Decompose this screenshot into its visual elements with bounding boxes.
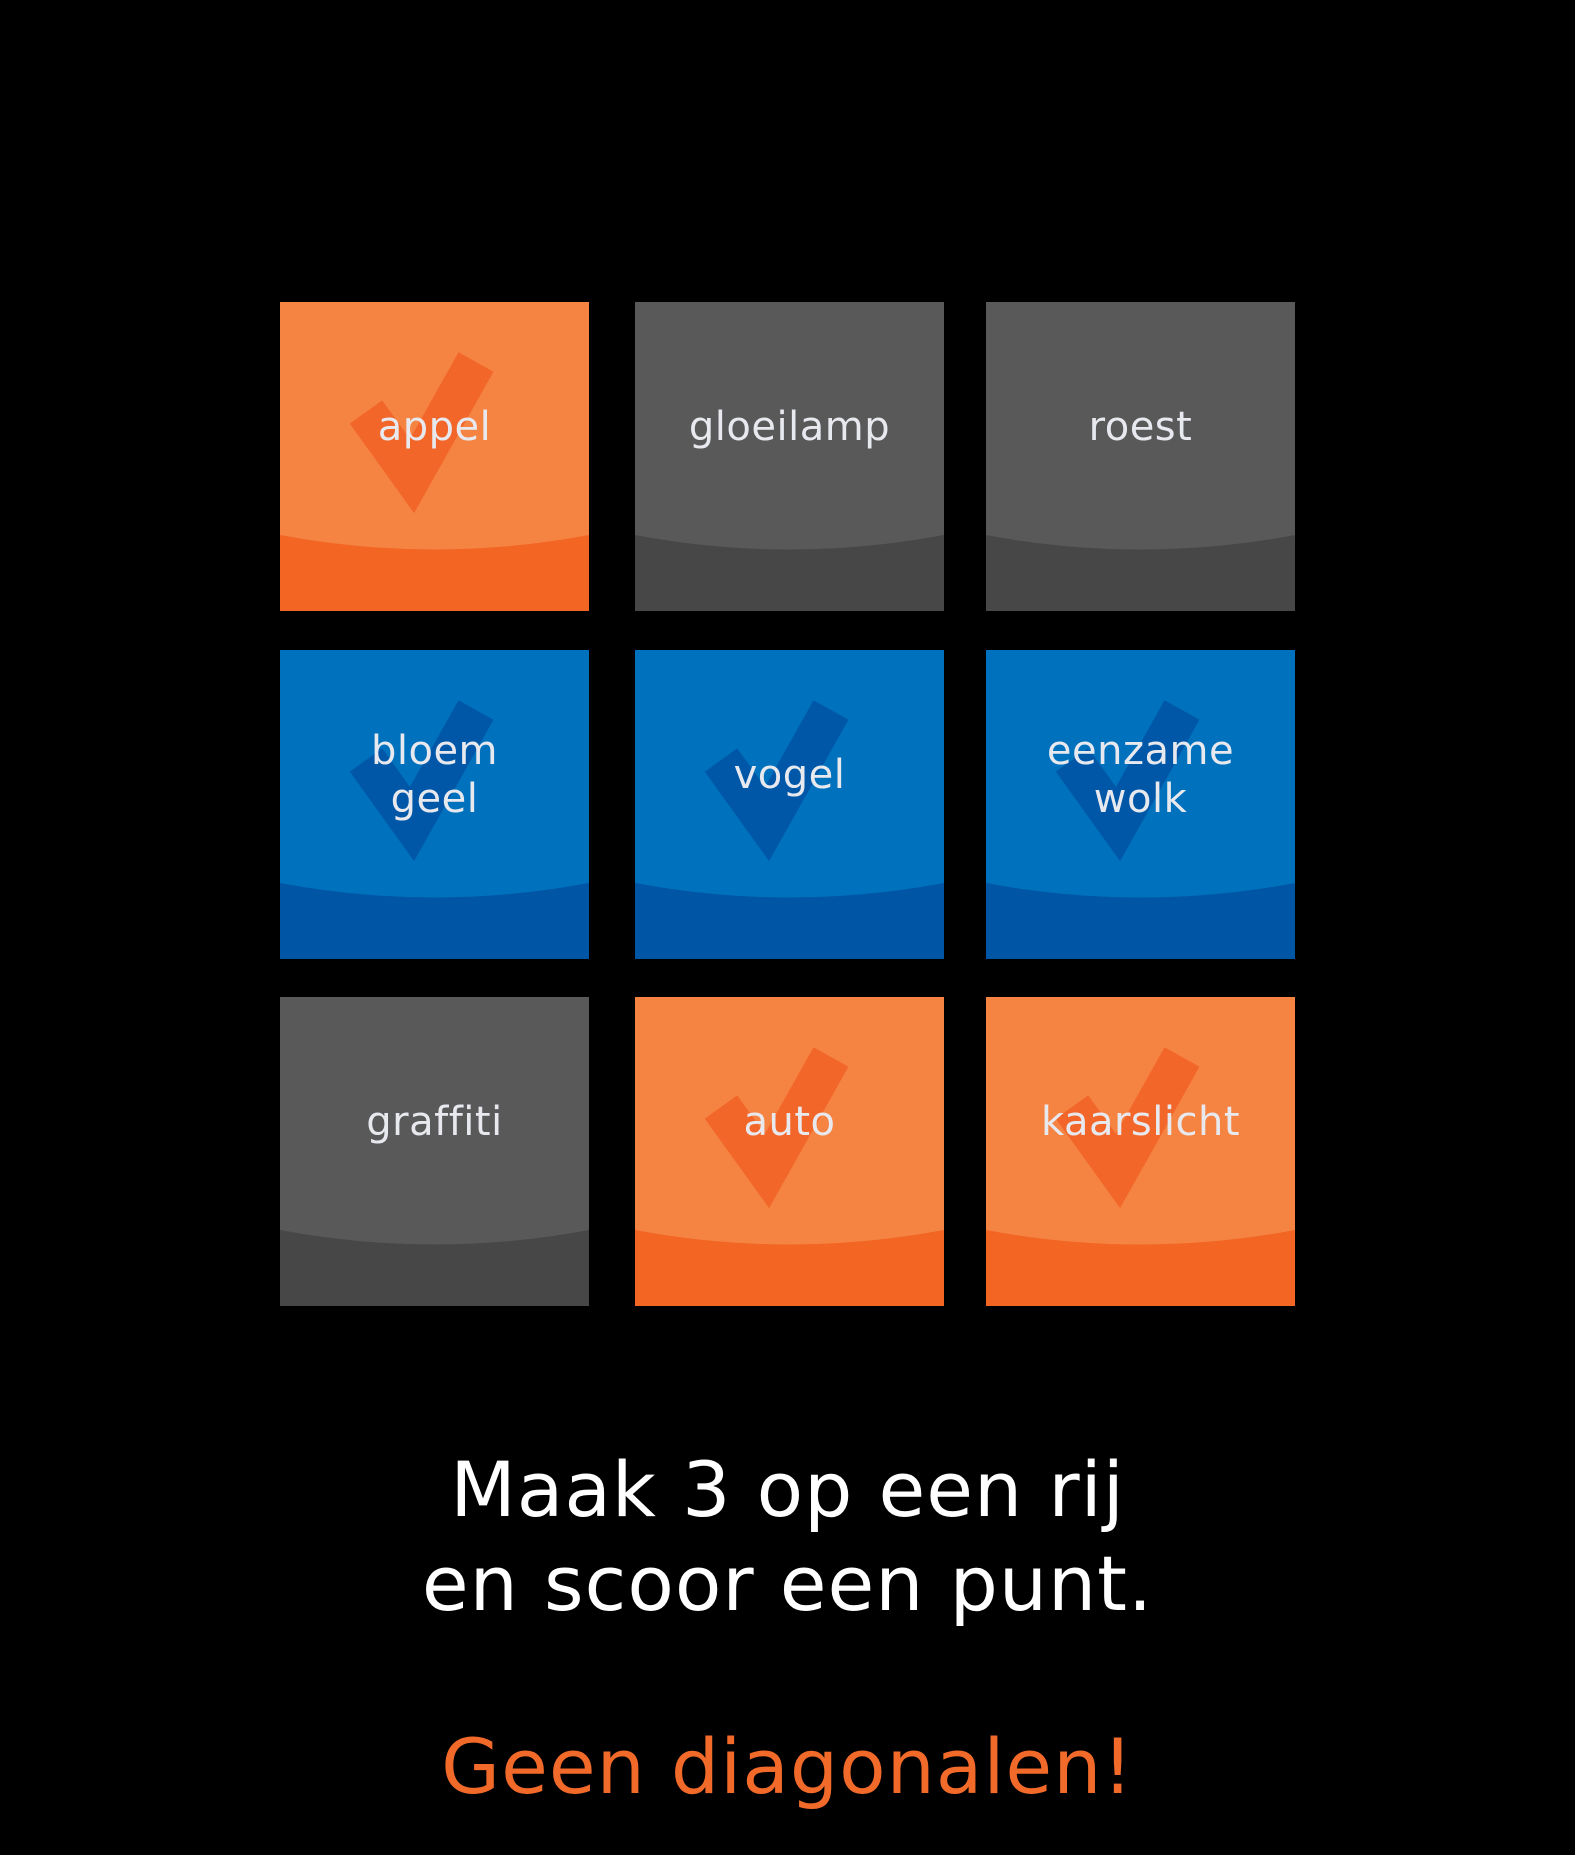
tile-kaarslicht[interactable]: kaarslicht: [986, 997, 1295, 1306]
tile-graffiti[interactable]: graffiti: [280, 997, 589, 1306]
tile-vogel[interactable]: vogel: [635, 650, 944, 959]
tile-label: graffiti: [366, 1098, 503, 1145]
instructions-line-2: en scoor een punt.: [421, 1539, 1154, 1628]
no-diagonals-warning: Geen diagonalen!: [441, 1722, 1134, 1811]
bingo-screen: { "colors": { "background": "#000000", "…: [0, 0, 1575, 1855]
tile-bloem-geel[interactable]: bloem geel: [280, 650, 589, 959]
tile-label: eenzame wolk: [1046, 727, 1235, 822]
instructions-line-1: Maak 3 op een rij: [450, 1445, 1125, 1534]
tile-label: vogel: [733, 751, 846, 798]
tile-eenzame-wolk[interactable]: eenzame wolk: [986, 650, 1295, 959]
tile-label: kaarslicht: [1040, 1098, 1241, 1145]
tile-label: auto: [743, 1098, 836, 1145]
tile-label: bloem geel: [370, 727, 499, 822]
tile-label: roest: [1088, 403, 1193, 450]
tile-gloeilamp[interactable]: gloeilamp: [635, 302, 944, 611]
instructions-text: Maak 3 op een rij en scoor een punt.: [0, 1443, 1575, 1631]
tile-appel[interactable]: appel: [280, 302, 589, 611]
tile-label: appel: [377, 403, 492, 450]
tile-roest[interactable]: roest: [986, 302, 1295, 611]
bingo-board: appel gloeilamp roest bloem geel vogel e…: [280, 302, 1295, 1306]
tile-auto[interactable]: auto: [635, 997, 944, 1306]
tile-label: gloeilamp: [688, 403, 891, 450]
